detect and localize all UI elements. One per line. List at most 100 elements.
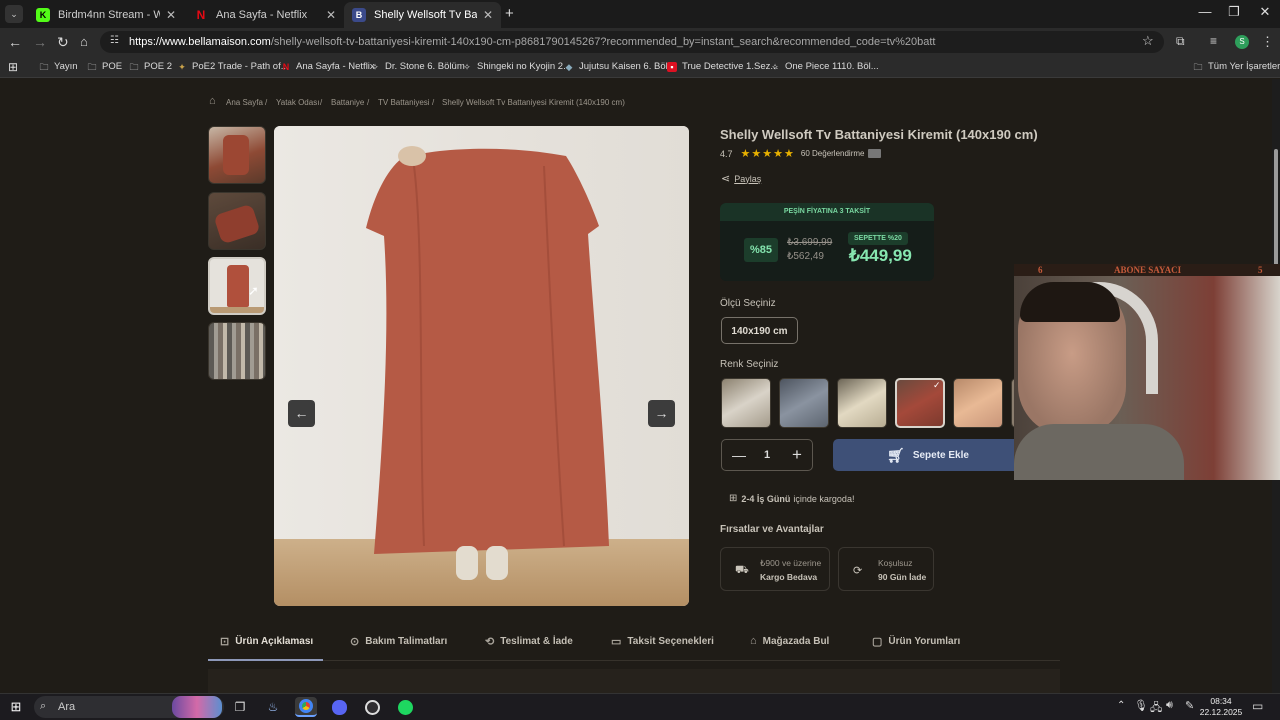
site-info-icon[interactable]: ☷ xyxy=(110,35,119,46)
color-swatch-peach[interactable] xyxy=(953,378,1003,428)
pen-icon[interactable]: ✎ xyxy=(1185,699,1194,712)
webcam-overlay: 6 ABONE SAYACI 5 xyxy=(1014,264,1280,480)
breadcrumb-tv-battaniyesi[interactable]: TV Battaniyesi xyxy=(378,98,430,107)
bookmark-dr-stone[interactable]: ✧ Dr. Stone 6. Bölüm xyxy=(370,61,465,72)
tab-urun-yorumlari[interactable]: ▢ Ürün Yorumları xyxy=(872,635,960,648)
bookmark-yayin[interactable]: 🗀 Yayın xyxy=(39,61,77,72)
media-controls-icon[interactable]: ≡ xyxy=(1210,34,1217,48)
bookmark-one-piece[interactable]: ✧ One Piece 1110. Böl... xyxy=(770,61,878,72)
breadcrumb-yatak-odasi[interactable]: Yatak Odası xyxy=(276,98,319,107)
description-panel xyxy=(208,669,1060,693)
reload-icon[interactable]: ↻ xyxy=(57,34,69,51)
bookmark-star-icon[interactable]: ☆ xyxy=(1142,33,1154,49)
tab-bakim-talimatlari[interactable]: ⊙ Bakım Talimatları xyxy=(350,635,447,648)
close-icon[interactable]: ✕ xyxy=(326,8,336,22)
back-icon[interactable]: ← xyxy=(8,34,22,50)
quantity-value[interactable]: 1 xyxy=(764,440,770,470)
product-main-image: ← → xyxy=(274,126,689,606)
all-bookmarks[interactable]: 🗀 Tüm Yer İşaretleri xyxy=(1193,61,1280,72)
hair-illustration xyxy=(1020,282,1120,322)
menu-kebab-icon[interactable]: ⋮ xyxy=(1261,34,1274,50)
network-icon[interactable]: 🖧︎ xyxy=(1150,699,1162,718)
tab-kick-stream[interactable]: K Birdm4nn Stream - Watch Live ✕ xyxy=(28,2,184,28)
add-to-cart-button[interactable]: 🛒︎ Sepete Ekle xyxy=(833,439,1023,471)
tab-taksit-secenekleri[interactable]: ▭ Taksit Seçenekleri xyxy=(611,635,714,648)
bookmark-true-detective[interactable]: ▪ True Detective 1.Sez... xyxy=(667,61,778,72)
product-thumbnail-2[interactable] xyxy=(208,192,266,250)
notification-icon[interactable]: ▭ xyxy=(1252,699,1263,713)
new-tab-icon[interactable]: + xyxy=(505,5,514,22)
bookmark-netflix[interactable]: N Ana Sayfa - Netflix xyxy=(281,61,375,72)
color-swatch-kiremit[interactable]: ✓ xyxy=(895,378,945,428)
obs-icon[interactable] xyxy=(361,697,383,717)
bookmark-shingeki[interactable]: ✧ Shingeki no Kyojin 2... xyxy=(462,61,571,72)
minimize-icon[interactable]: — xyxy=(1190,4,1220,19)
bookmark-poe2-trade[interactable]: ✦ PoE2 Trade - Path of... xyxy=(177,61,288,72)
spotify-icon[interactable] xyxy=(394,697,416,717)
forward-icon[interactable]: → xyxy=(33,34,47,50)
star-icon: ★ xyxy=(762,148,773,160)
minus-icon[interactable]: — xyxy=(732,440,746,470)
browser-toolbar: ← → ↻ ⌂ ☷ https://www.bellamaison.com/sh… xyxy=(0,28,1280,56)
color-swatch-beige[interactable] xyxy=(837,378,887,428)
breadcrumb-ana-sayfa[interactable]: Ana Sayfa xyxy=(226,98,263,107)
tab-title: Birdm4nn Stream - Watch Live xyxy=(58,9,160,21)
close-icon[interactable]: ✕ xyxy=(166,8,176,22)
tab-bellamaison[interactable]: B Shelly Wellsoft Tv Battaniyesi Ki ✕ xyxy=(344,2,501,28)
windows-taskbar: ⊞ ⌕ Ara ❐ ♨ ⌃ 🎙︎ 🖧︎ 🔊︎ ✎ 08:34 22.12.202… xyxy=(0,693,1280,720)
product-thumbnail-1[interactable] xyxy=(208,126,266,184)
next-image-button[interactable]: → xyxy=(648,400,675,427)
site-favicon-icon: ✧ xyxy=(463,61,471,72)
profile-avatar[interactable]: S xyxy=(1235,35,1249,49)
steam-icon[interactable]: ♨ xyxy=(262,697,284,717)
description-icon: ⊡ xyxy=(220,636,230,648)
home-icon[interactable]: ⌂ xyxy=(209,95,216,107)
window-close-icon[interactable]: ✕ xyxy=(1250,4,1280,20)
taskbar-clock[interactable]: 08:34 22.12.2025 xyxy=(1196,696,1246,718)
sale-price: ₺562,49 xyxy=(787,251,824,262)
product-thumbnail-4[interactable] xyxy=(208,322,266,380)
plus-icon[interactable]: + xyxy=(792,440,802,470)
microphone-icon[interactable]: 🎙︎ xyxy=(1134,699,1148,712)
chrome-icon[interactable] xyxy=(295,697,317,717)
installment-banner: PEŞİN FİYATINA 3 TAKSİT xyxy=(720,203,934,221)
color-swatch-cream[interactable] xyxy=(721,378,771,428)
breadcrumb-battaniye[interactable]: Battaniye xyxy=(331,98,364,107)
breadcrumb-current: Shelly Wellsoft Tv Battaniyesi Kiremit (… xyxy=(442,98,625,107)
color-swatch-grey[interactable] xyxy=(779,378,829,428)
bookmark-poe2[interactable]: 🗀 POE 2 xyxy=(129,61,172,72)
tray-overflow-icon[interactable]: ⌃ xyxy=(1117,700,1125,711)
discord-icon[interactable] xyxy=(328,697,350,717)
taskbar-search[interactable]: ⌕ Ara xyxy=(34,696,224,718)
tab-search-button[interactable]: ⌄ xyxy=(5,5,23,23)
bookmarks-bar: ⊞ 🗀 Yayın 🗀 POE 🗀 POE 2 ✦ PoE2 Trade - Path … xyxy=(0,56,1280,78)
folder-icon: 🗀 xyxy=(39,61,49,72)
address-bar[interactable]: ☷ https://www.bellamaison.com/shelly-wel… xyxy=(100,31,1164,53)
poe-favicon-icon: ✦ xyxy=(178,61,186,72)
windows-start-icon[interactable]: ⊞ xyxy=(5,697,27,717)
tab-title: Ana Sayfa - Netflix xyxy=(216,9,308,21)
review-count[interactable]: 60 Değerlendirme xyxy=(801,149,865,158)
close-icon[interactable]: ✕ xyxy=(483,8,493,22)
apps-grid-icon[interactable]: ⊞ xyxy=(8,60,18,74)
bookmark-poe[interactable]: 🗀 POE xyxy=(87,61,122,72)
tab-magazada-bul[interactable]: ⌂ Mağazada Bul xyxy=(750,635,829,647)
restore-icon[interactable]: ❐ xyxy=(1219,4,1249,20)
extensions-icon[interactable]: ⧉ xyxy=(1176,34,1185,49)
review-media-icon xyxy=(868,149,882,158)
tab-teslimat-iade[interactable]: ⟲ Teslimat & İade xyxy=(485,635,573,648)
size-option-140x190[interactable]: 140x190 cm xyxy=(721,317,798,344)
tab-urun-aciklamasi[interactable]: ⊡ Ürün Açıklaması xyxy=(220,635,313,648)
volume-icon[interactable]: 🔊︎ xyxy=(1166,699,1173,712)
rating-stars: ★★★★★ xyxy=(741,147,795,160)
kick-favicon-icon: K xyxy=(36,8,50,22)
share-link[interactable]: ⋖ Paylaş xyxy=(721,172,761,185)
star-icon: ★ xyxy=(740,148,751,160)
task-view-icon[interactable]: ❐ xyxy=(229,697,251,717)
care-icon: ⊙ xyxy=(350,636,360,648)
tab-netflix[interactable]: N Ana Sayfa - Netflix ✕ xyxy=(186,2,344,28)
bookmark-jujutsu[interactable]: ◆ Jujutsu Kaisen 6. Böl... xyxy=(564,61,676,72)
home-icon[interactable]: ⌂ xyxy=(80,34,88,49)
prev-image-button[interactable]: ← xyxy=(288,400,315,427)
comment-icon: ▢ xyxy=(872,636,883,648)
